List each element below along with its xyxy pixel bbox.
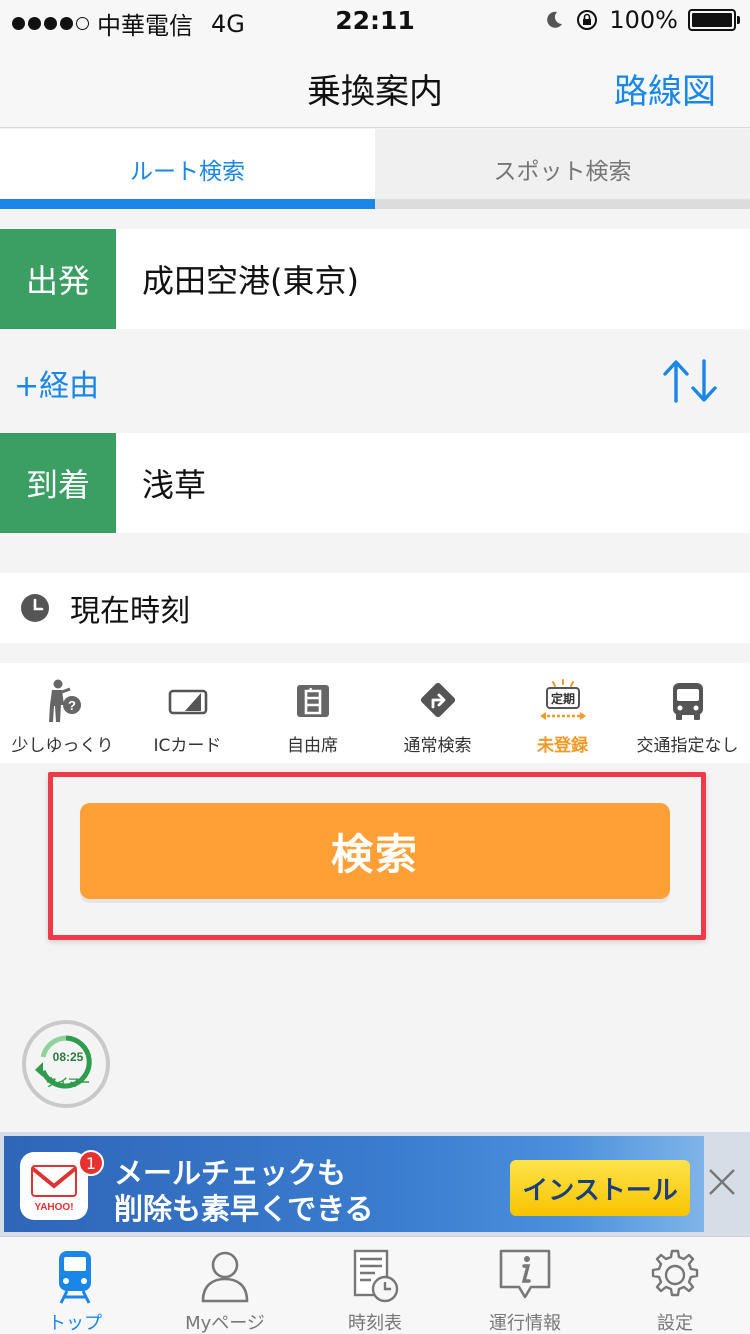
- departure-row[interactable]: 出発 成田空港(東京): [0, 229, 750, 329]
- tabbar-label: 運行情報: [489, 1313, 561, 1334]
- option-label: 交通指定なし: [636, 736, 739, 756]
- option-label: ICカード: [153, 736, 222, 756]
- svg-text:?: ?: [68, 698, 76, 713]
- tab-route-search[interactable]: ルート検索: [0, 129, 375, 209]
- search-button[interactable]: 検索: [80, 803, 670, 899]
- bottom-tab-bar: トップ Myページ 時刻表 運行情報 設定: [0, 1236, 750, 1334]
- route-map-button[interactable]: 路線図: [614, 64, 716, 113]
- option-commuter-pass[interactable]: 定期 未登録: [500, 663, 625, 763]
- swap-stations-icon[interactable]: [660, 357, 720, 405]
- timetable-icon: [353, 1249, 399, 1303]
- option-ic-card[interactable]: ICカード: [125, 663, 250, 763]
- timer-button[interactable]: 08:25 タイマー: [22, 1020, 110, 1108]
- yahoo-logo-text: YAHOO!: [34, 1202, 73, 1213]
- option-label: 少しゆっくり: [11, 736, 114, 756]
- arrival-row[interactable]: 到着 浅草: [0, 433, 750, 533]
- tab-spot-search[interactable]: スポット検索: [375, 129, 750, 209]
- arrival-input[interactable]: 浅草: [116, 433, 750, 533]
- gear-icon: [651, 1249, 699, 1297]
- train-icon: [59, 1251, 91, 1304]
- arrival-label: 到着: [0, 433, 116, 533]
- moon-icon: [547, 11, 563, 28]
- timer-label: タイマー: [46, 1076, 90, 1089]
- departure-label: 出発: [0, 229, 116, 329]
- navigation-bar: 乗換案内 路線図: [0, 40, 750, 128]
- tabbar-label: トップ: [48, 1313, 102, 1334]
- commuter-pass-icon: 定期: [539, 679, 586, 720]
- close-icon[interactable]: [702, 1162, 742, 1202]
- tabbar-item-mypage[interactable]: Myページ: [150, 1237, 300, 1334]
- search-tabs: ルート検索 スポット検索: [0, 129, 750, 209]
- ic-card-icon: [168, 689, 207, 715]
- option-label: 通常検索: [403, 736, 472, 756]
- tabbar-item-service-info[interactable]: 運行情報: [450, 1237, 600, 1334]
- commuter-pass-badge: 定期: [550, 691, 574, 706]
- battery-icon: [688, 9, 740, 31]
- route-direction-icon: [420, 682, 455, 718]
- timer-time: 08:25: [53, 1050, 84, 1064]
- tabbar-item-timetable[interactable]: 時刻表: [300, 1237, 450, 1334]
- status-right: 100%: [543, 6, 740, 34]
- ad-install-button[interactable]: インストール: [510, 1160, 690, 1216]
- option-transport-type[interactable]: 交通指定なし: [625, 663, 750, 763]
- clock-icon: [21, 594, 49, 622]
- battery-percent: 100%: [609, 6, 678, 34]
- tabbar-item-top[interactable]: トップ: [0, 1237, 150, 1334]
- option-search-type[interactable]: 通常検索: [375, 663, 500, 763]
- status-bar: 中華電信 4G 22:11 100%: [0, 0, 750, 40]
- walking-speed-icon: ?: [48, 679, 81, 722]
- via-row: +経由: [0, 329, 750, 433]
- rotation-lock-icon: [577, 10, 598, 30]
- user-icon: [201, 1251, 249, 1303]
- free-seat-icon: [296, 685, 329, 717]
- tabbar-label: 時刻表: [348, 1313, 402, 1334]
- time-setting-label: 現在時刻: [70, 594, 190, 629]
- bus-icon: [672, 683, 703, 720]
- ad-content[interactable]: YAHOO! 1 メールチェックも 削除も素早くできる インストール: [4, 1136, 704, 1232]
- option-label: 自由席: [287, 736, 338, 756]
- tabbar-item-settings[interactable]: 設定: [600, 1237, 750, 1334]
- time-setting-row[interactable]: 現在時刻: [0, 573, 750, 643]
- option-label: 未登録: [537, 736, 588, 756]
- tabbar-label: 設定: [657, 1313, 693, 1334]
- notification-badge: 1: [78, 1150, 104, 1176]
- info-bubble-icon: [499, 1249, 551, 1299]
- option-seat-type[interactable]: 自由席: [250, 663, 375, 763]
- tabbar-label: Myページ: [185, 1313, 265, 1334]
- timer-icon: 08:25 タイマー: [35, 1035, 92, 1089]
- search-options-bar: ? 少しゆっくり ICカード 自由席 通常検索 定期 未登録 交通指定なし: [0, 663, 750, 763]
- add-via-button[interactable]: +経由: [14, 361, 99, 405]
- departure-input[interactable]: 成田空港(東京): [116, 229, 750, 329]
- ad-subline: 削除も素早くできる: [114, 1192, 374, 1226]
- ad-banner[interactable]: YAHOO! 1 メールチェックも 削除も素早くできる インストール: [0, 1132, 750, 1236]
- option-walking-speed[interactable]: ? 少しゆっくり: [0, 663, 125, 763]
